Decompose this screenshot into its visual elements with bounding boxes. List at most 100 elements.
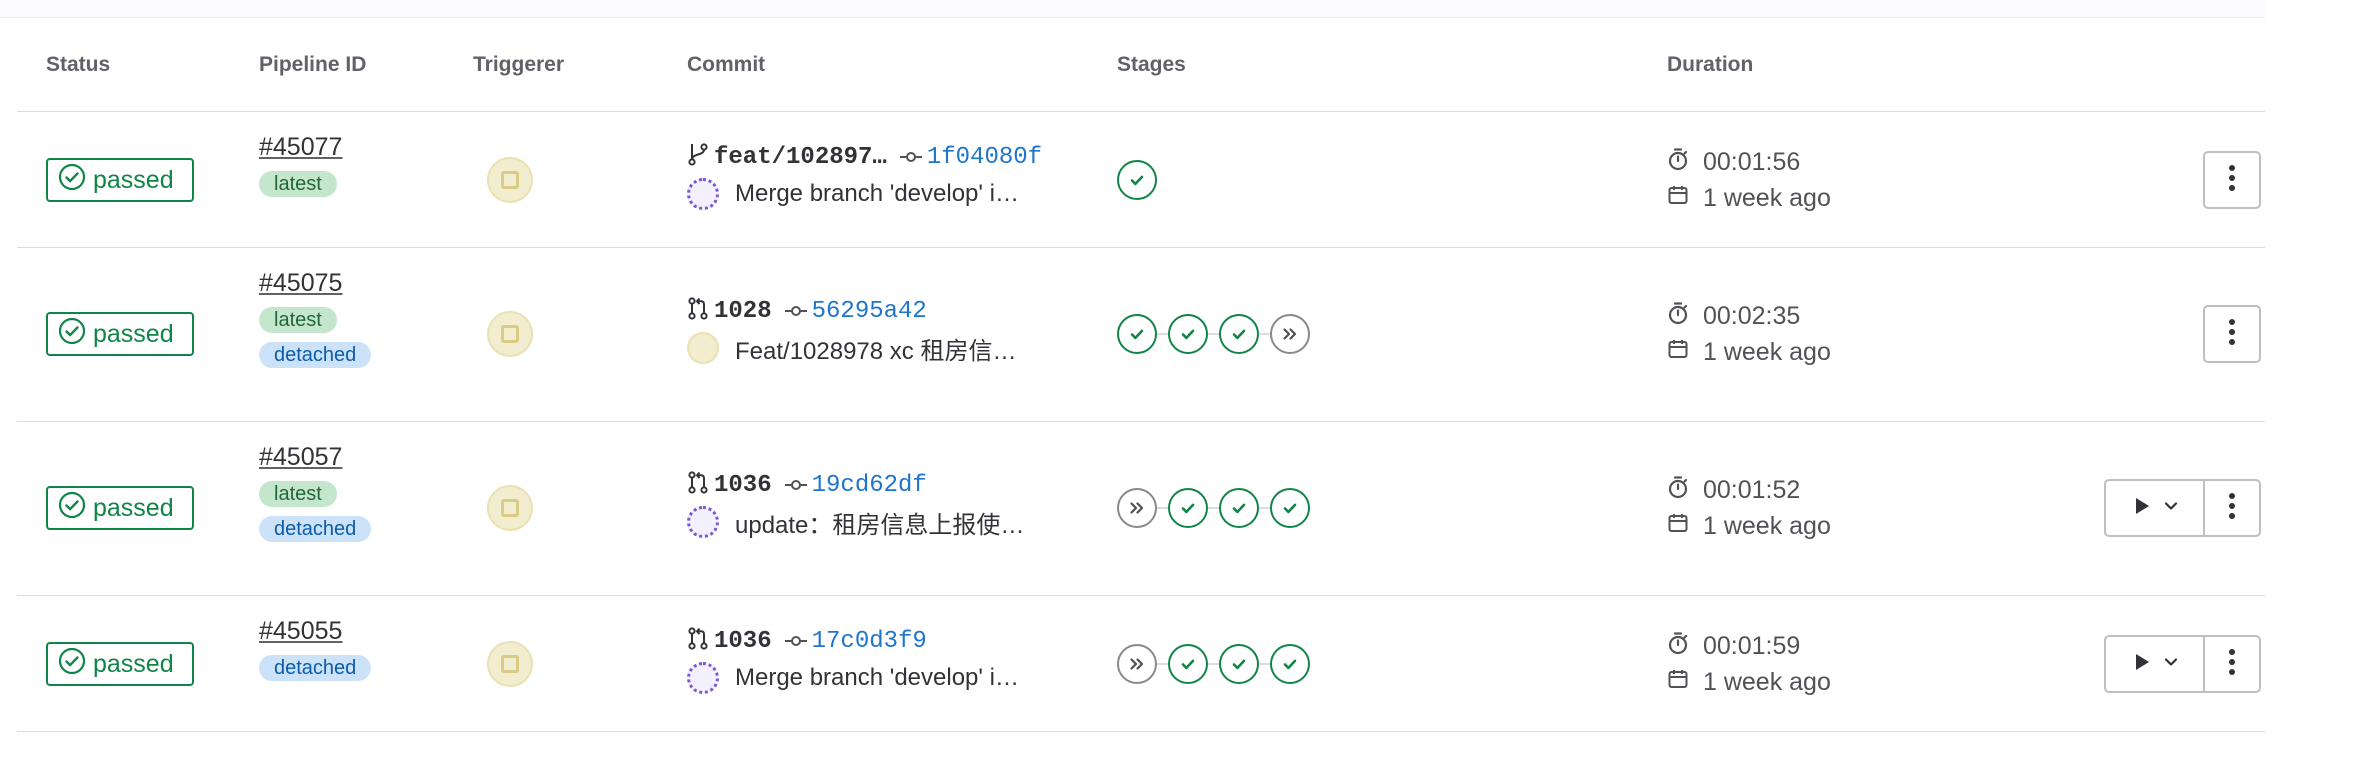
pipeline-id-cell: #45055 detached bbox=[259, 616, 372, 681]
author-avatar[interactable] bbox=[687, 506, 719, 538]
commit-ref-line: 1036 19cd62df bbox=[687, 470, 1107, 500]
chevron-down-icon bbox=[2163, 655, 2179, 673]
finished-value: 1 week ago bbox=[1703, 511, 1831, 540]
finished-line: 1 week ago bbox=[1667, 508, 1831, 544]
status-badge-passed[interactable]: passed bbox=[46, 642, 194, 686]
chevron-down-icon bbox=[2163, 499, 2179, 517]
pipeline-id-link[interactable]: #45055 bbox=[259, 616, 371, 646]
column-header-pipeline-id: Pipeline ID bbox=[259, 53, 367, 76]
author-avatar[interactable] bbox=[687, 332, 719, 364]
stage-success-icon[interactable] bbox=[1219, 314, 1259, 354]
commit-cell: 1036 17c0d3f9 Merge branch 'develop' i… bbox=[687, 626, 1107, 694]
stage-connector bbox=[1208, 333, 1219, 335]
manual-job-dropdown-button[interactable] bbox=[2104, 479, 2205, 537]
stage-success-icon[interactable] bbox=[1219, 488, 1259, 528]
badge-detached: detached bbox=[259, 516, 372, 542]
commit-message-link[interactable]: update：租房信息上报使… bbox=[735, 505, 1024, 540]
pipeline-id-cell: #45077 latest bbox=[259, 132, 342, 197]
status-badge-passed[interactable]: passed bbox=[46, 312, 194, 356]
status-label: passed bbox=[93, 165, 174, 194]
manual-job-dropdown-button[interactable] bbox=[2104, 635, 2205, 693]
table-row: passed #45075 latest detached 1028 56295a42 Fe… bbox=[17, 248, 2265, 422]
commit-ref-line: 1028 56295a42 bbox=[687, 296, 1107, 326]
status-badge-passed[interactable]: passed bbox=[46, 158, 194, 202]
play-icon bbox=[2133, 652, 2151, 677]
stage-skipped-icon[interactable] bbox=[1117, 644, 1157, 684]
column-header-status: Status bbox=[46, 53, 111, 76]
duration-value: 00:02:35 bbox=[1703, 301, 1801, 330]
status-label: passed bbox=[93, 649, 174, 678]
duration-line: 00:01:52 bbox=[1667, 472, 1831, 508]
calendar-icon bbox=[1667, 512, 1703, 541]
commit-message-link[interactable]: Merge branch 'develop' i… bbox=[735, 664, 1019, 692]
merge-request-icon bbox=[687, 470, 709, 501]
duration-value: 00:01:52 bbox=[1703, 475, 1801, 504]
commit-ref-link[interactable]: 1036 bbox=[714, 472, 772, 499]
stage-success-icon[interactable] bbox=[1168, 488, 1208, 528]
commit-sha-link[interactable]: 1f04080f bbox=[927, 144, 1042, 171]
stage-success-icon[interactable] bbox=[1168, 644, 1208, 684]
triggerer-avatar[interactable] bbox=[487, 157, 533, 203]
badge-detached: detached bbox=[259, 342, 372, 368]
stage-skipped-icon[interactable] bbox=[1270, 314, 1310, 354]
status-label: passed bbox=[93, 319, 174, 348]
commit-ref-link[interactable]: 1028 bbox=[714, 298, 772, 325]
stage-success-icon[interactable] bbox=[1117, 160, 1157, 200]
commit-message-link[interactable]: Merge branch 'develop' i… bbox=[735, 180, 1019, 208]
finished-line: 1 week ago bbox=[1667, 334, 1831, 370]
stage-success-icon[interactable] bbox=[1270, 488, 1310, 528]
more-actions-button[interactable] bbox=[2203, 635, 2261, 693]
pipeline-id-link[interactable]: #45057 bbox=[259, 442, 371, 472]
more-actions-button[interactable] bbox=[2203, 151, 2261, 209]
more-actions-button[interactable] bbox=[2203, 305, 2261, 363]
stage-connector bbox=[1157, 507, 1168, 509]
duration-value: 00:01:59 bbox=[1703, 631, 1801, 660]
commit-sha-link[interactable]: 17c0d3f9 bbox=[812, 628, 927, 655]
commit-message-line: Merge branch 'develop' i… bbox=[687, 178, 1107, 210]
triggerer-avatar[interactable] bbox=[487, 641, 533, 687]
timer-icon bbox=[1667, 475, 1703, 506]
pipeline-id-link[interactable]: #45075 bbox=[259, 268, 371, 298]
table-body: passed #45077 latest feat/102897… 1f04080f Me… bbox=[17, 112, 2265, 732]
finished-value: 1 week ago bbox=[1703, 183, 1831, 212]
duration-line: 00:01:56 bbox=[1667, 144, 1831, 180]
author-avatar[interactable] bbox=[687, 662, 719, 694]
stage-success-icon[interactable] bbox=[1168, 314, 1208, 354]
stage-skipped-icon[interactable] bbox=[1117, 488, 1157, 528]
stages-group bbox=[1117, 488, 1310, 528]
pipeline-id-link[interactable]: #45077 bbox=[259, 132, 342, 162]
more-actions-button[interactable] bbox=[2203, 479, 2261, 537]
top-bar bbox=[0, 0, 2265, 18]
duration-cell: 00:01:52 1 week ago bbox=[1667, 472, 1831, 544]
commit-ref-link[interactable]: feat/102897… bbox=[714, 144, 887, 171]
duration-value: 00:01:56 bbox=[1703, 147, 1801, 176]
stage-connector bbox=[1259, 663, 1270, 665]
kebab-icon bbox=[2228, 164, 2236, 197]
stage-success-icon[interactable] bbox=[1270, 644, 1310, 684]
stage-success-icon[interactable] bbox=[1117, 314, 1157, 354]
play-icon bbox=[2133, 496, 2151, 521]
column-header-triggerer: Triggerer bbox=[473, 53, 565, 76]
commit-message-link[interactable]: Feat/1028978 xc 租房信… bbox=[735, 331, 1016, 366]
stages-group bbox=[1117, 314, 1310, 354]
stage-connector bbox=[1259, 507, 1270, 509]
status-success-icon bbox=[58, 163, 86, 198]
stage-success-icon[interactable] bbox=[1219, 644, 1259, 684]
status-label: passed bbox=[93, 493, 174, 522]
commit-sha-link[interactable]: 56295a42 bbox=[812, 298, 927, 325]
badge-latest: latest bbox=[259, 307, 337, 333]
finished-value: 1 week ago bbox=[1703, 667, 1831, 696]
calendar-icon bbox=[1667, 184, 1703, 213]
merge-request-icon bbox=[687, 626, 709, 657]
timer-icon bbox=[1667, 147, 1703, 178]
finished-value: 1 week ago bbox=[1703, 337, 1831, 366]
author-avatar[interactable] bbox=[687, 178, 719, 210]
kebab-icon bbox=[2228, 492, 2236, 525]
status-badge-passed[interactable]: passed bbox=[46, 486, 194, 530]
calendar-icon bbox=[1667, 338, 1703, 367]
duration-line: 00:02:35 bbox=[1667, 298, 1831, 334]
triggerer-avatar[interactable] bbox=[487, 485, 533, 531]
triggerer-avatar[interactable] bbox=[487, 311, 533, 357]
commit-sha-link[interactable]: 19cd62df bbox=[812, 472, 927, 499]
commit-ref-link[interactable]: 1036 bbox=[714, 628, 772, 655]
